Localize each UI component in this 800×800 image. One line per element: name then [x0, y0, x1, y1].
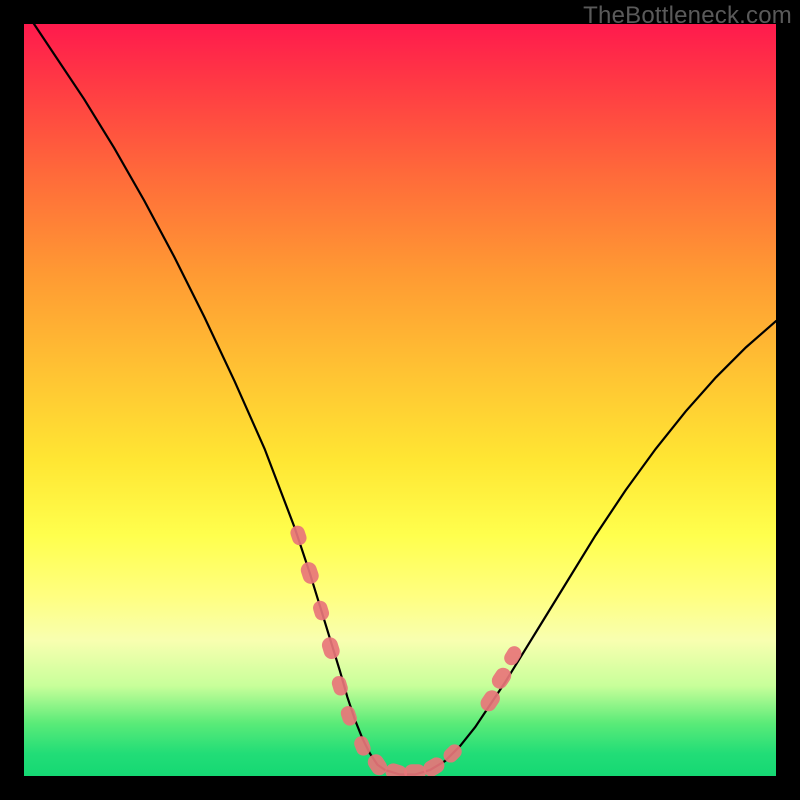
chart-frame: [24, 24, 776, 776]
chart-svg: [24, 24, 776, 776]
data-marker: [311, 599, 331, 622]
watermark-text: TheBottleneck.com: [583, 2, 792, 30]
data-marker: [501, 643, 524, 667]
data-markers: [289, 524, 525, 776]
data-marker: [489, 665, 515, 692]
data-marker: [320, 635, 342, 661]
data-marker: [289, 524, 309, 547]
data-marker: [299, 560, 321, 586]
data-marker: [404, 764, 426, 776]
bottleneck-curve: [24, 24, 776, 774]
